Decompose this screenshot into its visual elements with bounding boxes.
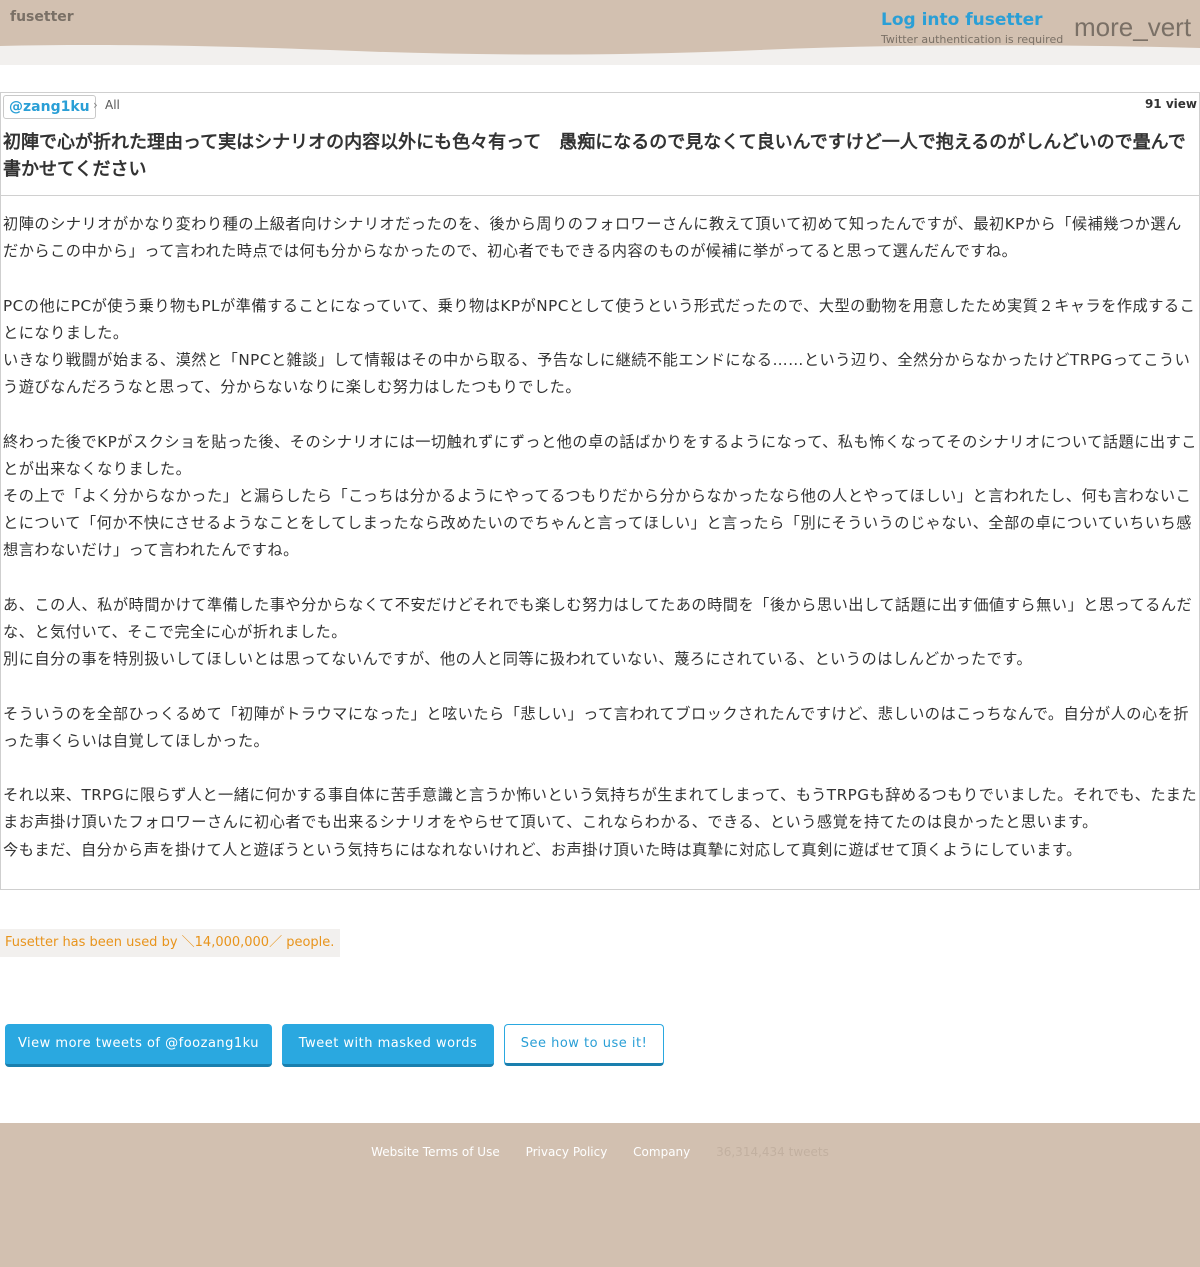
tweet-meta: @zang1ku › All 91 view xyxy=(3,95,1197,119)
chevron-right-icon: › xyxy=(93,98,98,112)
body-paragraph: その上で「よく分からなかった」と漏らしたら「こっちは分かるようにやってるつもりだ… xyxy=(3,487,1192,560)
footer-company-link[interactable]: Company xyxy=(633,1145,690,1159)
tweet-title: 初陣で心が折れた理由って実はシナリオの内容以外にも色々有って 愚痴になるので見な… xyxy=(3,132,1186,180)
view-count: 91 view xyxy=(1144,97,1197,111)
body-paragraph: あ、この人、私が時間かけて準備した事や分からなくて不安だけどそれでも楽しむ努力は… xyxy=(3,595,1193,641)
author-handle[interactable]: @zang1ku xyxy=(3,95,96,119)
tweet-card: @zang1ku › All 91 view 初陣で心が折れた理由って実はシナリ… xyxy=(0,92,1200,890)
body-paragraph: いきなり戦闘が始まる、漠然と「NPCと雑談」して情報はその中から取る、予告なしに… xyxy=(3,351,1191,397)
body-paragraph: 別に自分の事を特別扱いしてほしいとは思ってないんですが、他の人と同等に扱われてい… xyxy=(3,650,1033,669)
footer-privacy-link[interactable]: Privacy Policy xyxy=(526,1145,608,1159)
body-paragraph: それ以来、TRPGに限らず人と一緒に何かする事自体に苦手意識と言うか怖いという気… xyxy=(3,786,1198,832)
visibility-label: All xyxy=(105,98,120,112)
more-vert-icon[interactable]: more_vert xyxy=(1074,12,1191,43)
how-to-button[interactable]: See how to use it! xyxy=(504,1024,664,1066)
footer-links: Website Terms of Use Privacy Policy Comp… xyxy=(0,1145,1200,1159)
divider xyxy=(1,195,1199,196)
login-link[interactable]: Log into fusetter xyxy=(881,10,1063,30)
body-paragraph: 今もまだ、自分から声を掛けて人と遊ぼうという気持ちにはなれないけれど、お声掛け頂… xyxy=(3,840,1082,859)
body-paragraph: そういうのを全部ひっくるめて「初陣がトラウマになった」と呟いたら「悲しい」って言… xyxy=(3,704,1190,750)
site-footer: Website Terms of Use Privacy Policy Comp… xyxy=(0,1123,1200,1267)
view-more-tweets-button[interactable]: View more tweets of @foozang1ku xyxy=(5,1024,272,1067)
body-paragraph: 初陣のシナリオがかなり変わり種の上級者向けシナリオだったのを、後から周りのフォロ… xyxy=(3,215,1182,261)
tweet-body: 初陣のシナリオがかなり変わり種の上級者向けシナリオだったのを、後から周りのフォロ… xyxy=(3,211,1197,864)
body-paragraph: PCの他にPCが使う乗り物もPLが準備することになっていて、乗り物はKPがNPC… xyxy=(3,296,1196,342)
body-paragraph: 終わった後でKPがスクショを貼った後、そのシナリオには一切触れずにずっと他の卓の… xyxy=(3,432,1197,478)
site-logo[interactable]: fusetter xyxy=(10,9,74,25)
footer-terms-link[interactable]: Website Terms of Use xyxy=(371,1145,500,1159)
login-hint: Twitter authentication is required xyxy=(881,33,1064,46)
site-header: fusetter Log into fusetter Twitter authe… xyxy=(0,0,1200,65)
login-area: Log into fusetter Twitter authentication… xyxy=(881,10,1063,46)
tweet-total-count: 36,314,434 tweets xyxy=(716,1145,829,1159)
tweet-masked-button[interactable]: Tweet with masked words xyxy=(282,1024,494,1067)
usage-counter: Fusetter has been used by ＼14,000,000／ p… xyxy=(0,929,341,957)
